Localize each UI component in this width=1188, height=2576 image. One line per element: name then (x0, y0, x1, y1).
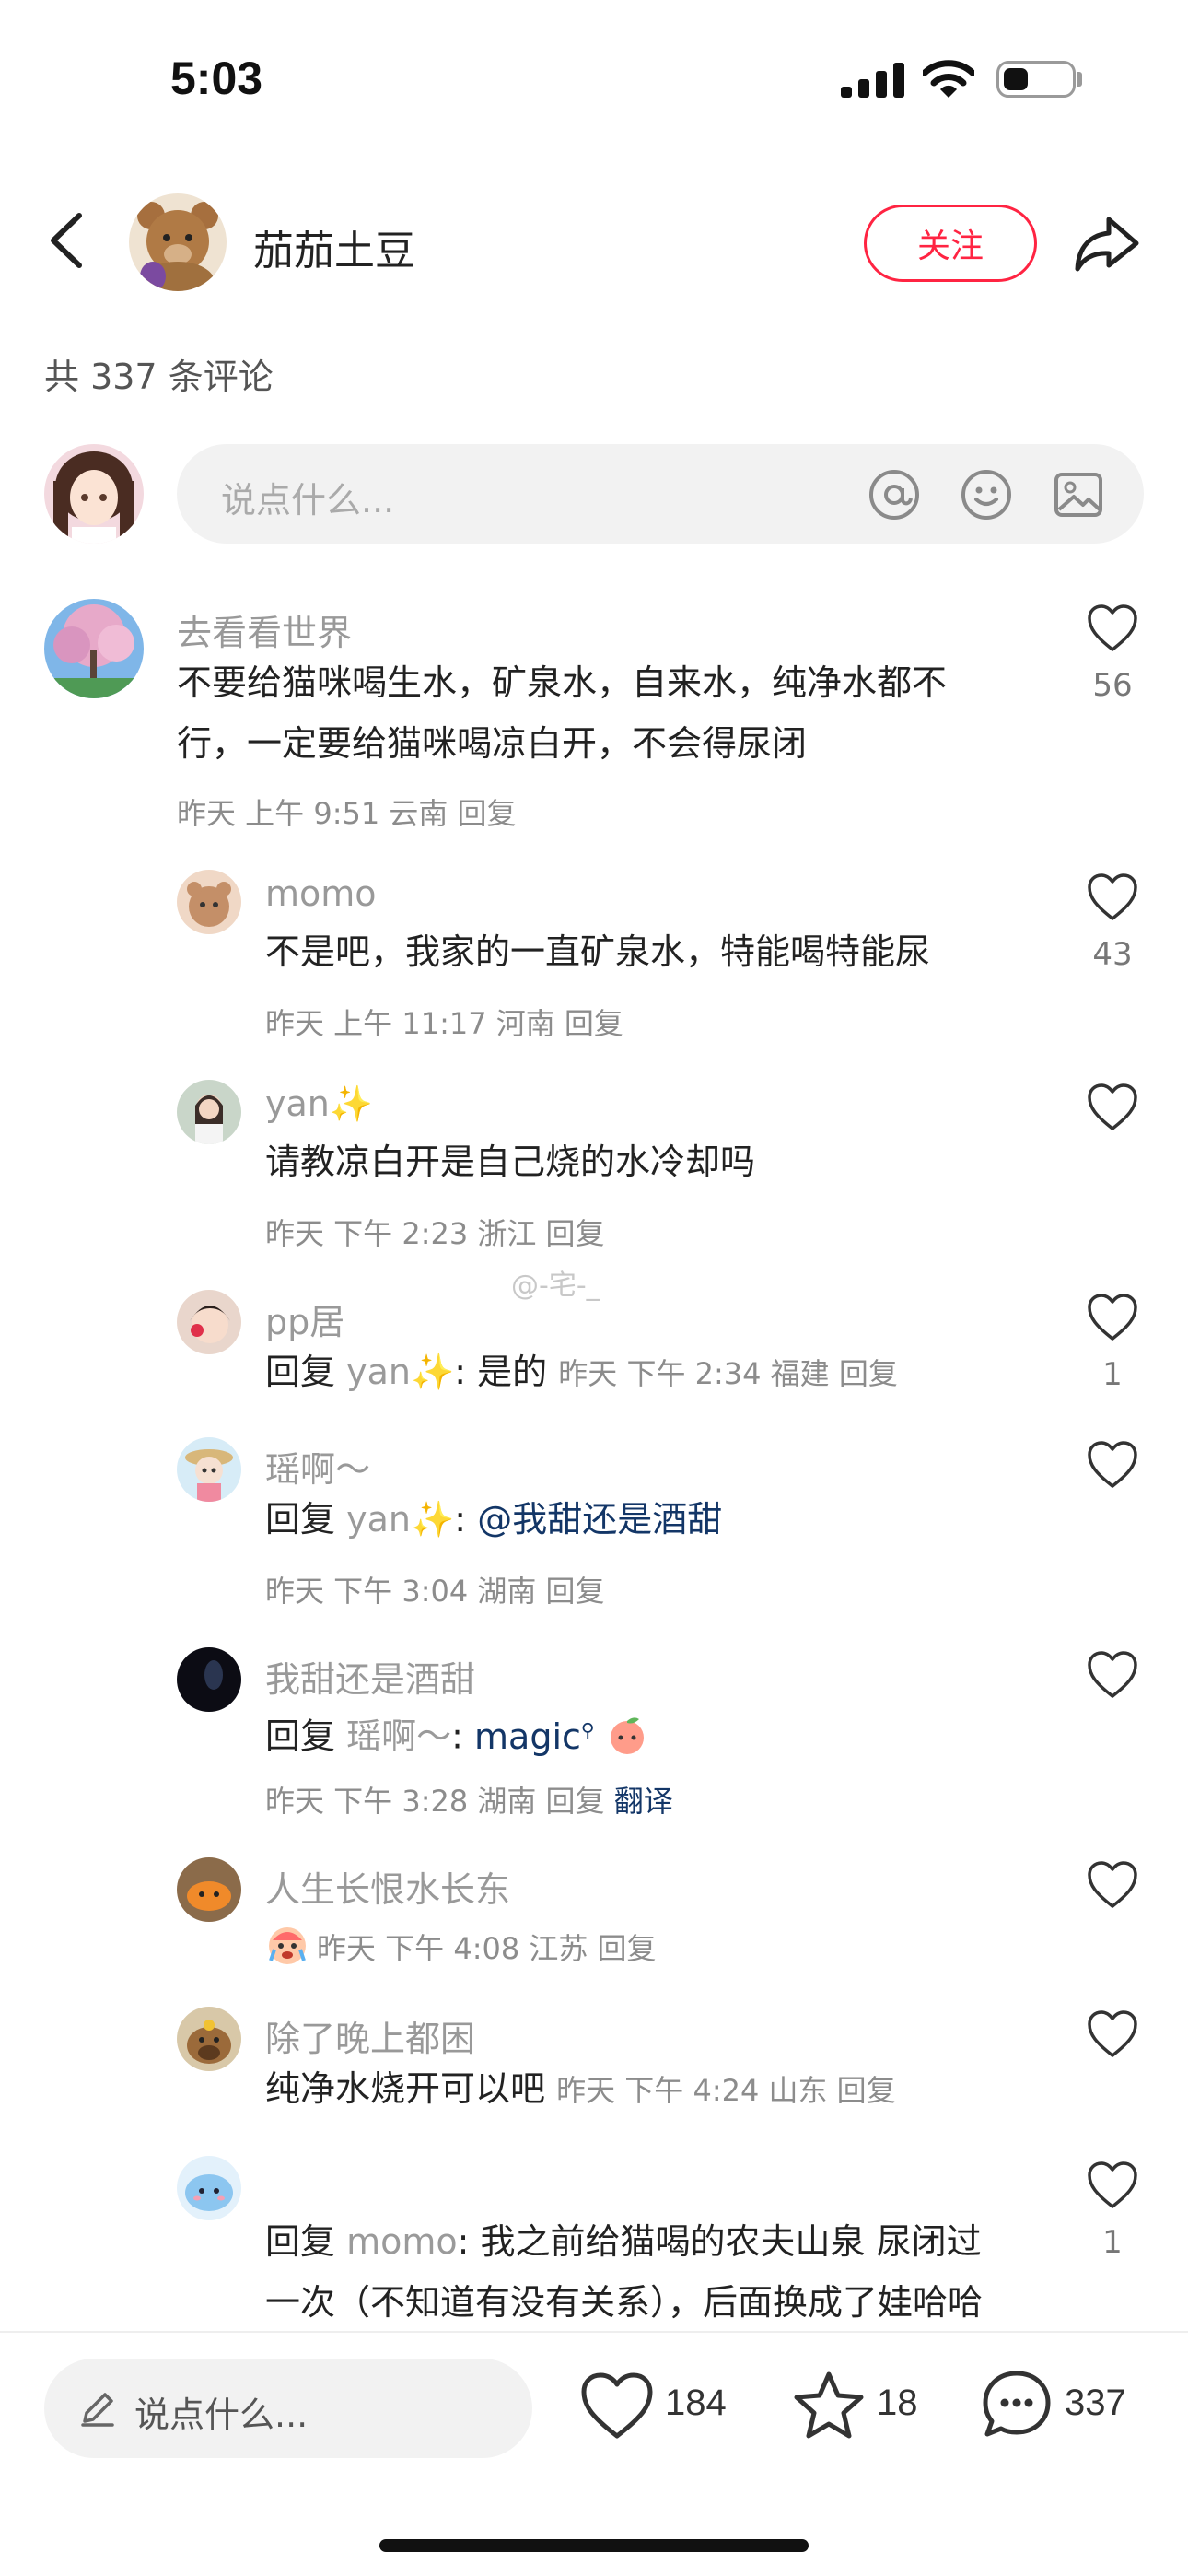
reply-to-user[interactable]: yan✨ (346, 1499, 454, 1540)
peach-emoji-icon (606, 1714, 648, 1756)
comment-text: 不要给猫咪喝生水，矿泉水，自来水，纯净水都不 (177, 662, 948, 703)
bottom-comment-input[interactable]: 说点什么... (44, 2359, 532, 2458)
comment-meta[interactable]: 昨天 上午 11:17 河南 回复 (265, 1001, 623, 1043)
commenter-name[interactable]: 瑶啊～ (265, 1441, 370, 1492)
commenter-name[interactable]: momo (265, 873, 377, 914)
mention-link[interactable]: @我甜还是酒甜 (477, 1499, 722, 1540)
back-button[interactable] (37, 208, 101, 273)
battery-icon (996, 61, 1076, 98)
reply-to-user[interactable]: momo (346, 2221, 458, 2262)
chat-bubble-icon (983, 2371, 1051, 2437)
my-avatar[interactable] (44, 444, 144, 544)
commenter-name[interactable]: 我甜还是酒甜 (265, 1651, 475, 1702)
status-time: 5:03 (170, 53, 263, 104)
heart-icon[interactable] (1087, 873, 1138, 921)
comment-count-total: 337 (1065, 2383, 1126, 2423)
heart-icon[interactable] (1087, 2161, 1138, 2209)
at-mention-icon[interactable] (868, 468, 921, 521)
bottom-input-placeholder: 说点什么... (134, 2395, 309, 2435)
watermark: @-宅-_ (511, 1270, 600, 1302)
wifi-icon (921, 59, 976, 100)
heart-icon[interactable] (1087, 1861, 1138, 1909)
reply-to-user[interactable]: yan✨ (346, 1352, 454, 1392)
heart-icon (581, 2372, 653, 2439)
home-indicator[interactable] (379, 2539, 809, 2552)
commenter-avatar[interactable] (177, 1290, 241, 1354)
comment-input-placeholder: 说点什么... (221, 480, 395, 521)
comment-text: 不是吧，我家的一直矿泉水，特能喝特能尿 (265, 931, 931, 972)
author-avatar[interactable] (129, 193, 227, 291)
comment-text: 回复 yan✨: 是的 昨天 下午 2:34 福建 回复 (265, 1352, 898, 1392)
like-count: 1 (1102, 2224, 1123, 2261)
comment-meta[interactable]: 昨天 下午 3:28 湖南 回复 翻译 (265, 1778, 673, 1821)
reply-to-user[interactable]: 瑶啊～ (346, 1716, 451, 1757)
share-button[interactable] (1068, 205, 1146, 282)
comment-count: 共 337 条评论 (44, 357, 274, 397)
heart-icon[interactable] (1087, 604, 1138, 652)
commenter-name[interactable]: 除了晚上都困 (265, 2010, 475, 2061)
commenter-name[interactable]: pp居 (265, 1294, 344, 1344)
crying-emoji-icon (265, 1924, 309, 1968)
bottom-bar-divider (0, 2331, 1188, 2333)
commenter-name[interactable]: yan✨ (265, 1083, 373, 1125)
comment-meta[interactable]: 昨天 下午 3:04 湖南 回复 (265, 1568, 605, 1610)
comment-input[interactable]: 说点什么... (177, 444, 1144, 544)
comment-text: 回复 momo: 我之前给猫喝的农夫山泉 尿闭过 (265, 2221, 982, 2262)
comments-button[interactable] (980, 2368, 1054, 2441)
emoji-icon[interactable] (960, 468, 1013, 521)
comment-meta[interactable]: 昨天 下午 2:34 福建 回复 (558, 1356, 898, 1391)
comment-meta[interactable]: 昨天 下午 4:08 江苏 回复 (265, 1924, 657, 1968)
commenter-avatar[interactable] (177, 870, 241, 934)
comment-text: 一次（不知道有没有关系），后面换成了娃哈哈 (265, 2282, 984, 2323)
heart-icon[interactable] (1087, 1083, 1138, 1131)
commenter-avatar[interactable] (177, 1857, 241, 1922)
like-count: 1 (1102, 1356, 1123, 1393)
commenter-avatar[interactable] (177, 1080, 241, 1144)
image-icon[interactable] (1052, 468, 1105, 521)
favorite-count: 18 (877, 2383, 918, 2423)
author-name[interactable]: 茄茄土豆 (253, 217, 415, 276)
heart-icon[interactable] (1087, 2010, 1138, 2058)
comment-text: 纯净水烧开可以吧 昨天 下午 4:24 山东 回复 (265, 2068, 896, 2109)
commenter-avatar[interactable] (177, 2007, 241, 2071)
comment-meta[interactable]: 昨天 下午 4:24 山东 回复 (556, 2073, 896, 2108)
comment-meta[interactable]: 昨天 下午 2:23 浙江 回复 (265, 1211, 605, 1253)
follow-button[interactable]: 关注 (864, 205, 1037, 282)
star-icon (794, 2371, 864, 2439)
heart-icon[interactable] (1087, 1651, 1138, 1699)
share-icon (1075, 217, 1139, 272)
commenter-name[interactable]: 人生长恨水长东 (265, 1861, 510, 1912)
comment-meta[interactable]: 昨天 上午 9:51 云南 回复 (177, 790, 517, 833)
comment-text: 回复 yan✨: @我甜还是酒甜 (265, 1499, 723, 1540)
translate-link[interactable]: 翻译 (614, 1784, 673, 1819)
commenter-avatar[interactable] (177, 2156, 241, 2220)
commenter-avatar[interactable] (177, 1437, 241, 1502)
comment-text: 行，一定要给猫咪喝凉白开，不会得尿闭 (177, 723, 808, 764)
commenter-avatar[interactable] (177, 1647, 241, 1712)
cellular-signal-icon (841, 61, 905, 98)
like-count-total: 184 (665, 2383, 727, 2423)
heart-icon[interactable] (1087, 1441, 1138, 1489)
chevron-left-icon (51, 213, 82, 268)
search-keyword-link[interactable]: magic⚲ (474, 1716, 595, 1757)
comment-text: 回复 瑶啊～: magic⚲ (265, 1699, 648, 1767)
comment-text: 请教凉白开是自己烧的水冷却吗 (265, 1142, 756, 1182)
favorite-button[interactable] (792, 2370, 866, 2441)
commenter-name[interactable]: 去看看世界 (177, 604, 352, 655)
like-count: 43 (1092, 936, 1133, 973)
heart-icon[interactable] (1087, 1294, 1138, 1341)
like-count: 56 (1092, 667, 1133, 704)
like-button[interactable] (580, 2371, 654, 2441)
pencil-icon (81, 2393, 114, 2427)
battery-tip (1077, 72, 1082, 87)
commenter-avatar[interactable] (44, 599, 144, 698)
